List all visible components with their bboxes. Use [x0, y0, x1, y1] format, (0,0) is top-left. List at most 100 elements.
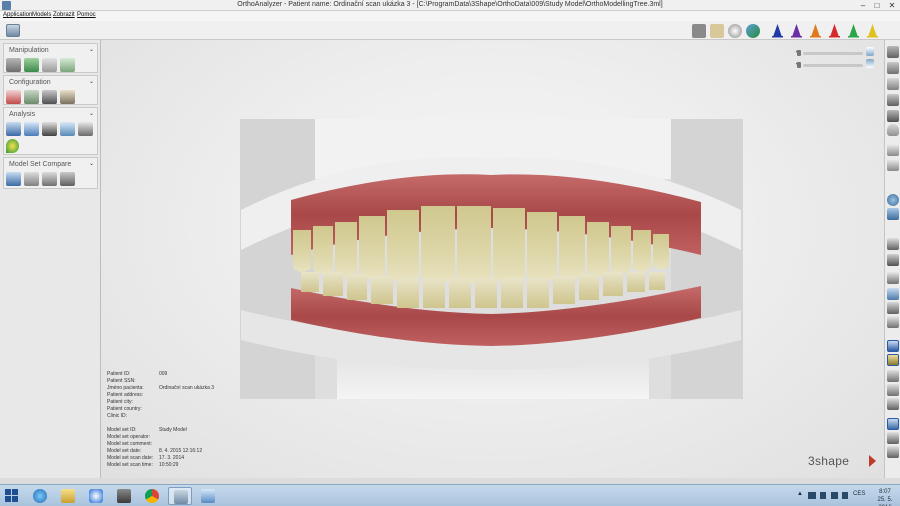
close-button[interactable]: ✕ — [884, 0, 900, 11]
taskbar-teamviewer[interactable] — [84, 487, 108, 505]
reset-view-icon[interactable] — [887, 159, 899, 171]
configuration-header[interactable]: Configuration ⌄ — [4, 76, 97, 88]
network-icon[interactable] — [808, 492, 816, 499]
view-front-icon[interactable] — [887, 46, 899, 58]
window-title: OrthoAnalyzer - Patient name: Ordinační … — [237, 1, 663, 8]
minimize-button[interactable]: – — [856, 0, 870, 11]
chevron-down-icon[interactable]: ⌄ — [89, 110, 94, 117]
align-model-tool[interactable] — [42, 58, 57, 72]
cross-view-icon[interactable] — [887, 316, 899, 328]
menu-application[interactable]: Application — [3, 12, 32, 18]
move-model-tool[interactable] — [6, 58, 21, 72]
view-toolbar — [884, 40, 900, 478]
lower-jaw-icon[interactable] — [866, 59, 874, 68]
input-language[interactable]: CES — [853, 491, 865, 497]
pan-tool-icon[interactable] — [887, 432, 899, 444]
measure-tool[interactable] — [6, 122, 21, 136]
tooth-setup-tool[interactable] — [60, 90, 75, 104]
orange-cone-icon[interactable] — [809, 23, 822, 38]
lower-jaw-toggle-icon[interactable] — [887, 208, 899, 220]
angle-tool[interactable] — [42, 122, 57, 136]
pin-icon[interactable] — [6, 139, 19, 153]
maximize-button[interactable]: □ — [870, 0, 884, 11]
axes-tool[interactable] — [6, 90, 21, 104]
rotate-model-tool[interactable] — [24, 58, 39, 72]
analysis-header[interactable]: Analysis ⌄ — [4, 108, 97, 120]
texture-view-icon[interactable] — [710, 24, 724, 38]
copy-icon[interactable] — [887, 370, 899, 382]
red-cone-icon[interactable] — [828, 23, 841, 38]
articulator-tool[interactable] — [24, 90, 39, 104]
patient-id-value: 009 — [159, 371, 168, 377]
system-clock[interactable]: 8:07 25. 5. 2016 — [872, 488, 898, 506]
model-set-scan-time-label: Model set scan time: — [107, 462, 153, 468]
yellow-cone-icon[interactable] — [866, 23, 879, 38]
menu-models[interactable]: Models — [32, 12, 51, 18]
manipulation-group: Manipulation ⌄ — [3, 43, 98, 73]
layers-icon[interactable] — [887, 384, 899, 396]
tooth-segment-tool[interactable] — [42, 90, 57, 104]
view-bottom-icon[interactable] — [887, 124, 899, 136]
upper-jaw-icon[interactable] — [866, 47, 874, 56]
taskbar-explorer[interactable] — [56, 487, 80, 505]
menu-pomoc[interactable]: Pomoc — [77, 12, 96, 18]
lower-transparency-slider[interactable] — [797, 62, 863, 68]
transparent-view-icon[interactable] — [887, 302, 899, 314]
volume-icon[interactable] — [831, 492, 838, 499]
screenshot-icon[interactable] — [887, 398, 899, 410]
taskbar-orthoanalyzer[interactable] — [168, 487, 192, 505]
upper-jaw-toggle-icon[interactable] — [887, 194, 899, 206]
clock-time: 8:07 — [879, 489, 891, 495]
color-map-icon[interactable] — [746, 24, 760, 38]
tool-panel: Manipulation ⌄ Configuration ⌄ Analysis … — [0, 40, 101, 478]
analysis-group: Analysis ⌄ — [3, 107, 98, 155]
arch-compare-tool[interactable] — [42, 172, 57, 186]
model-set-icon[interactable] — [6, 24, 20, 37]
3d-viewport[interactable]: • • — [101, 40, 884, 478]
view-top-icon[interactable] — [887, 110, 899, 122]
view-back-icon[interactable] — [887, 62, 899, 74]
superimpose-tool[interactable] — [24, 172, 39, 186]
upper-only-icon[interactable] — [887, 272, 899, 284]
occlusion-tool[interactable] — [60, 58, 75, 72]
chevron-down-icon[interactable]: ⌄ — [89, 160, 94, 167]
purple-cone-icon[interactable] — [790, 23, 803, 38]
taskbar-ie[interactable] — [28, 487, 52, 505]
tray-up-arrow-icon[interactable]: ▲ — [797, 491, 803, 497]
both-jaws-icon[interactable] — [887, 238, 899, 250]
sphere-view-icon[interactable] — [728, 24, 742, 38]
occlusal-view-icon[interactable] — [887, 254, 899, 266]
taskbar-camera[interactable] — [112, 487, 136, 505]
start-button[interactable] — [5, 489, 19, 503]
cross-section-tool[interactable] — [60, 122, 75, 136]
solid-view-icon[interactable] — [692, 24, 706, 38]
view-left-icon[interactable] — [887, 78, 899, 90]
space-analysis-tool[interactable] — [24, 122, 39, 136]
lower-arch-active-icon[interactable] — [887, 354, 899, 366]
green-cone-icon[interactable] — [847, 23, 860, 38]
select-tool-icon[interactable] — [887, 418, 899, 430]
signal-icon[interactable] — [842, 492, 848, 499]
menu-zobrazit[interactable]: Zobrazit — [53, 12, 75, 18]
upper-arch-active-icon[interactable] — [887, 340, 899, 352]
zoom-fit-icon[interactable] — [887, 144, 899, 156]
flag-icon[interactable] — [820, 492, 826, 499]
model-set-compare-header[interactable]: Model Set Compare ⌄ — [4, 158, 97, 170]
configuration-group: Configuration ⌄ — [3, 75, 98, 105]
view-right-icon[interactable] — [887, 94, 899, 106]
lower-only-icon[interactable] — [887, 288, 899, 300]
compare-models-tool[interactable] — [6, 172, 21, 186]
taskbar-viewer[interactable] — [196, 487, 220, 505]
manipulation-header[interactable]: Manipulation ⌄ — [4, 44, 97, 56]
chevron-down-icon[interactable]: ⌄ — [89, 78, 94, 85]
upper-transparency-slider[interactable] — [797, 50, 863, 56]
taskbar-chrome[interactable] — [140, 487, 164, 505]
blue-cone-icon[interactable] — [771, 23, 784, 38]
chevron-down-icon[interactable]: ⌄ — [89, 46, 94, 53]
patient-city-label: Patient city: — [107, 399, 133, 405]
tooth-compare-tool[interactable] — [60, 172, 75, 186]
rotate-tool-icon[interactable] — [887, 446, 899, 458]
report-tool[interactable] — [78, 122, 93, 136]
chrome-icon — [145, 489, 159, 503]
model-set-date-label: Model set date: — [107, 448, 142, 454]
